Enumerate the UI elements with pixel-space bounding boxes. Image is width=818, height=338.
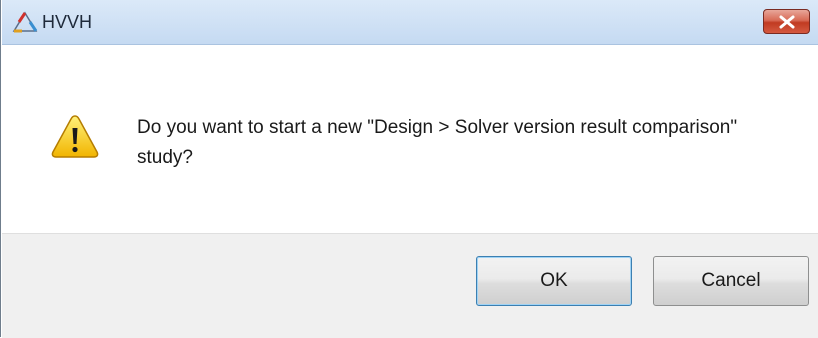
ok-button[interactable]: OK bbox=[476, 256, 632, 306]
title-bar[interactable]: HVVH bbox=[2, 0, 818, 45]
warning-icon bbox=[51, 114, 99, 158]
button-bar: OK Cancel bbox=[2, 233, 818, 338]
close-button[interactable] bbox=[763, 9, 810, 34]
dialog-message: Do you want to start a new "Design > Sol… bbox=[137, 117, 738, 168]
close-icon bbox=[779, 15, 795, 29]
app-logo-icon bbox=[12, 11, 38, 33]
cancel-button[interactable]: Cancel bbox=[653, 256, 809, 306]
window-title: HVVH bbox=[42, 12, 93, 32]
dialog-content: Do you want to start a new "Design > Sol… bbox=[2, 45, 818, 233]
message-dialog: HVVH Do you want to start a new "Design … bbox=[0, 0, 818, 338]
